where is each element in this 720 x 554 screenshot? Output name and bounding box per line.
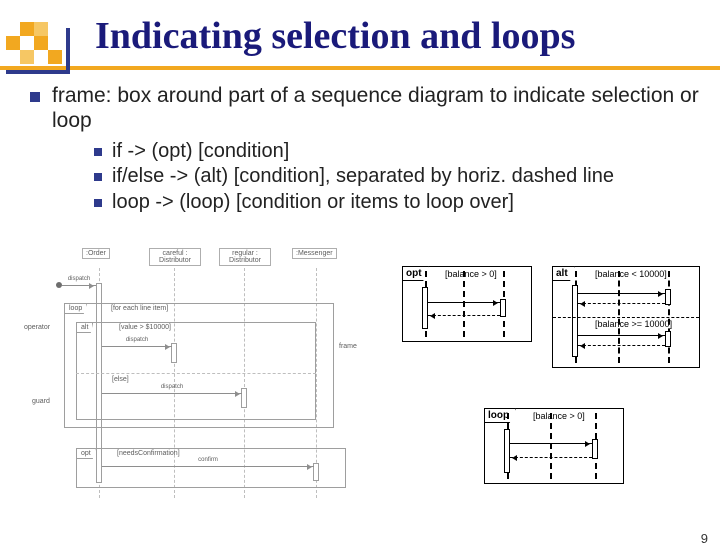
mini-alt-diagram: alt [balance < 10000] [balance >= 10000]: [552, 266, 700, 368]
alt-condition-1: [balance < 10000]: [595, 269, 667, 279]
sub-bullet: if/else -> (alt) [condition], separated …: [94, 165, 700, 189]
sub-bullet-marker: [94, 173, 102, 181]
sub-bullet: if -> (opt) [condition]: [94, 140, 700, 164]
opt-condition: [balance > 0]: [445, 269, 497, 279]
side-note: operator: [24, 324, 50, 331]
alt-tag: alt: [76, 322, 93, 333]
side-note: frame: [339, 343, 357, 350]
participant-box: :Messenger: [292, 248, 337, 259]
diagrams-area: :Order careful : Distributor regular : D…: [34, 248, 710, 544]
page-number: 9: [701, 531, 708, 546]
opt-tag: opt: [76, 448, 96, 459]
sub-bullet-marker: [94, 148, 102, 156]
participant-box: careful : Distributor: [149, 248, 201, 266]
participant-box: :Order: [82, 248, 110, 259]
loop-tag: loop: [484, 408, 516, 423]
mini-opt-diagram: opt [balance > 0]: [402, 266, 532, 342]
alt-condition: [value > $10000]: [119, 324, 171, 331]
opt-condition: [needsConfirmation]: [117, 450, 180, 457]
sub-bullet-marker: [94, 199, 102, 207]
sub-bullet-text: loop -> (loop) [condition or items to lo…: [112, 191, 514, 215]
else-label: [else]: [112, 376, 129, 383]
large-sequence-diagram: :Order careful : Distributor regular : D…: [34, 248, 374, 503]
slide-title: Indicating selection and loops: [95, 14, 720, 58]
loop-condition: [balance > 0]: [533, 411, 585, 421]
bullet-marker: [30, 92, 40, 102]
sub-bullet: loop -> (loop) [condition or items to lo…: [94, 191, 700, 215]
slide-corner-decoration: [6, 20, 66, 80]
slide-body: frame: box around part of a sequence dia…: [30, 84, 700, 214]
participant-box: regular : Distributor: [219, 248, 271, 266]
loop-tag: loop: [64, 303, 87, 314]
alt-condition-2: [balance >= 10000]: [595, 319, 672, 329]
main-bullet: frame: box around part of a sequence dia…: [30, 84, 700, 134]
loop-condition: [for each line item]: [111, 305, 168, 312]
sub-bullet-text: if/else -> (alt) [condition], separated …: [112, 165, 614, 189]
sub-bullet-text: if -> (opt) [condition]: [112, 140, 289, 164]
title-underline: [0, 66, 720, 70]
side-note: guard: [32, 398, 50, 405]
main-bullet-text: frame: box around part of a sequence dia…: [52, 84, 700, 134]
alt-tag: alt: [552, 266, 575, 281]
sub-bullet-list: if -> (opt) [condition] if/else -> (alt)…: [94, 140, 700, 215]
mini-loop-diagram: loop [balance > 0]: [484, 408, 624, 484]
